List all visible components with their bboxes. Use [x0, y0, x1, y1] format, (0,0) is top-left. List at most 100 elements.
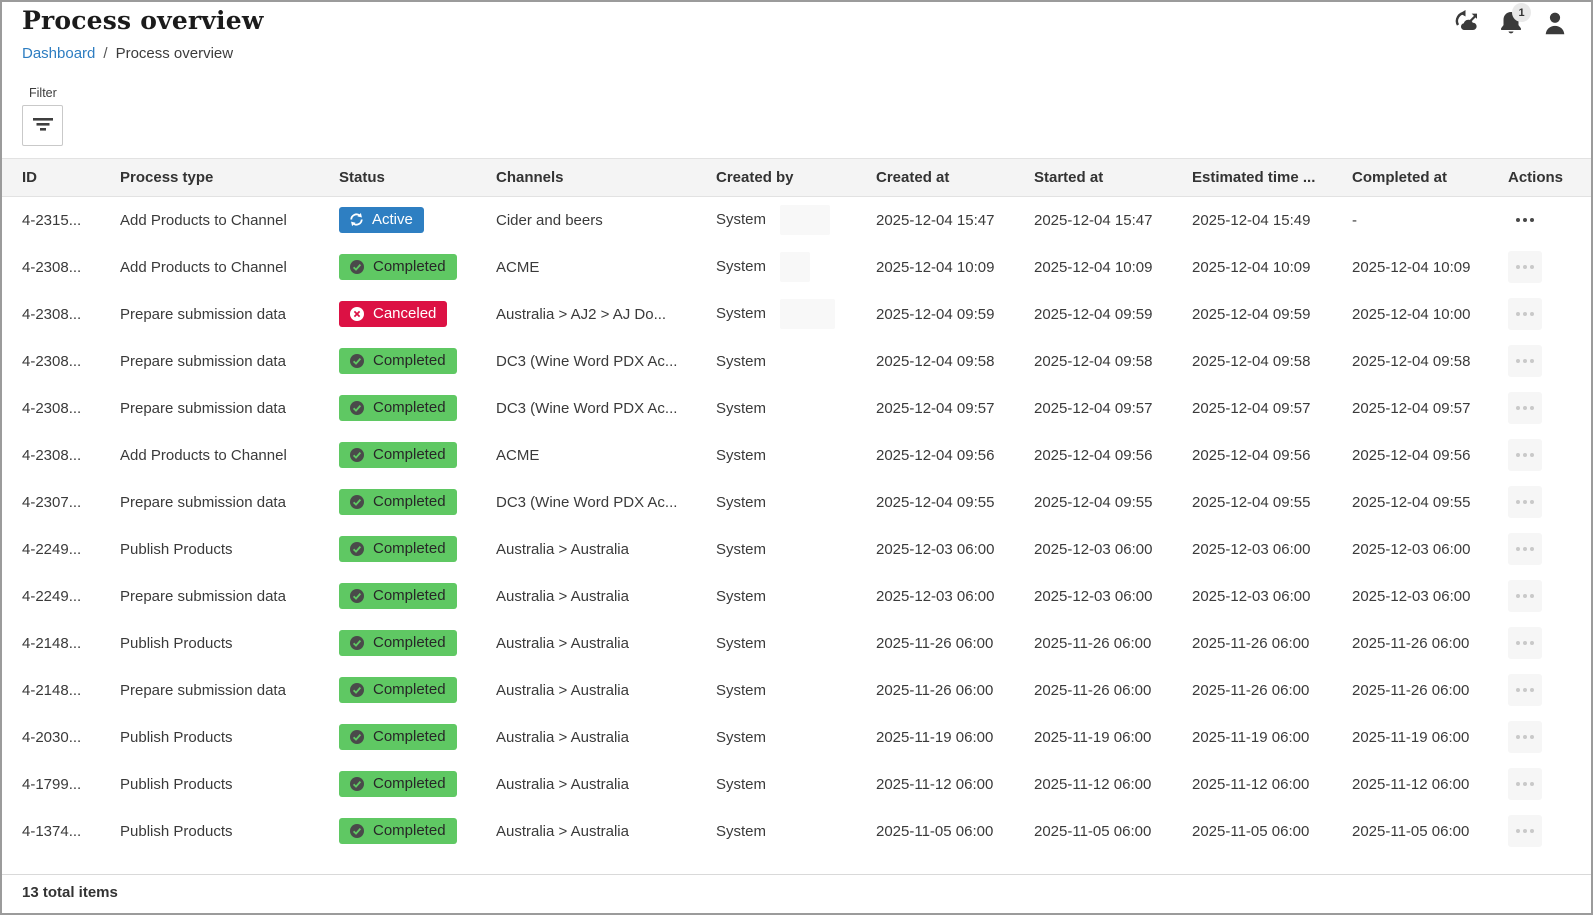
row-actions-button[interactable]	[1508, 392, 1542, 424]
row-actions-button[interactable]	[1508, 533, 1542, 565]
cell-started-at: 2025-12-04 09:55	[1034, 479, 1192, 526]
row-actions-button[interactable]	[1508, 674, 1542, 706]
column-header: ID	[2, 159, 120, 197]
cell-channels: Australia > AJ2 > AJ Do...	[496, 291, 716, 338]
cell-created-at: 2025-11-12 06:00	[876, 761, 1034, 808]
cell-created-at: 2025-12-03 06:00	[876, 526, 1034, 573]
sync-processes-button[interactable]	[1453, 10, 1479, 34]
user-menu-button[interactable]	[1543, 10, 1567, 36]
cell-created-by: System	[716, 808, 876, 855]
table-row[interactable]: 4-1374... Publish Products Completed Aus…	[2, 808, 1591, 855]
cell-id: 4-2308...	[2, 338, 120, 385]
status-label: Active	[372, 211, 413, 228]
row-actions-button[interactable]	[1508, 439, 1542, 471]
cell-estimated-time: 2025-12-04 09:59	[1192, 291, 1352, 338]
table-row[interactable]: 4-2308... Add Products to Channel Comple…	[2, 432, 1591, 479]
cell-id: 4-2308...	[2, 291, 120, 338]
table-row[interactable]: 4-2148... Prepare submission data Comple…	[2, 667, 1591, 714]
cell-channels: ACME	[496, 244, 716, 291]
cell-estimated-time: 2025-12-04 10:09	[1192, 244, 1352, 291]
table-row[interactable]: 4-2249... Publish Products Completed Aus…	[2, 526, 1591, 573]
breadcrumb-link-dashboard[interactable]: Dashboard	[22, 45, 95, 62]
status-label: Completed	[373, 681, 446, 698]
cell-started-at: 2025-11-26 06:00	[1034, 620, 1192, 667]
cell-created-by: System	[716, 338, 876, 385]
cell-created-at: 2025-12-04 10:09	[876, 244, 1034, 291]
table-row[interactable]: 4-2308... Prepare submission data Comple…	[2, 385, 1591, 432]
x-circle-icon	[349, 306, 365, 322]
row-actions-button[interactable]	[1508, 251, 1542, 283]
row-actions-button[interactable]	[1508, 580, 1542, 612]
cell-id: 4-2315...	[2, 197, 120, 244]
check-circle-icon	[349, 588, 365, 604]
cell-estimated-time: 2025-12-03 06:00	[1192, 573, 1352, 620]
cell-id: 4-1374...	[2, 808, 120, 855]
row-actions-button[interactable]	[1508, 768, 1542, 800]
table-row[interactable]: 4-2307... Prepare submission data Comple…	[2, 479, 1591, 526]
cell-process-type: Prepare submission data	[120, 338, 339, 385]
topbar-actions: 1	[1453, 10, 1567, 36]
cell-completed-at: 2025-11-19 06:00	[1352, 714, 1508, 761]
cell-channels: Cider and beers	[496, 197, 716, 244]
cell-completed-at: 2025-12-04 09:55	[1352, 479, 1508, 526]
status-badge: Completed	[339, 536, 457, 562]
cell-created-by: System	[716, 244, 876, 291]
cell-created-by: System	[716, 761, 876, 808]
status-label: Completed	[373, 540, 446, 557]
cell-completed-at: 2025-12-04 10:00	[1352, 291, 1508, 338]
table-row[interactable]: 4-2030... Publish Products Completed Aus…	[2, 714, 1591, 761]
table-row[interactable]: 4-2308... Prepare submission data Comple…	[2, 338, 1591, 385]
table-row[interactable]: 4-2315... Add Products to Channel Active…	[2, 197, 1591, 244]
cell-started-at: 2025-12-04 09:57	[1034, 385, 1192, 432]
row-actions-button[interactable]	[1508, 627, 1542, 659]
cell-started-at: 2025-11-05 06:00	[1034, 808, 1192, 855]
status-label: Completed	[373, 587, 446, 604]
cell-id: 4-2249...	[2, 573, 120, 620]
cell-process-type: Publish Products	[120, 620, 339, 667]
column-header: Estimated time ...	[1192, 159, 1352, 197]
sync-processes-icon	[1453, 10, 1479, 34]
cell-id: 4-2308...	[2, 244, 120, 291]
status-badge: Completed	[339, 771, 457, 797]
row-actions-button[interactable]	[1508, 815, 1542, 847]
check-circle-icon	[349, 447, 365, 463]
cell-created-by: System	[716, 432, 876, 479]
row-actions-button[interactable]	[1508, 721, 1542, 753]
cell-process-type: Prepare submission data	[120, 479, 339, 526]
cell-process-type: Add Products to Channel	[120, 244, 339, 291]
status-label: Completed	[373, 446, 446, 463]
row-actions-button[interactable]	[1508, 298, 1542, 330]
cell-completed-at: -	[1352, 197, 1508, 244]
row-actions-button[interactable]	[1508, 486, 1542, 518]
filter-section: Filter	[2, 62, 1591, 146]
cell-started-at: 2025-12-03 06:00	[1034, 573, 1192, 620]
page-title: Process overview	[22, 6, 1571, 35]
check-circle-icon	[349, 682, 365, 698]
cell-completed-at: 2025-11-26 06:00	[1352, 620, 1508, 667]
table-row[interactable]: 4-2308... Add Products to Channel Comple…	[2, 244, 1591, 291]
table-row[interactable]: 4-2308... Prepare submission data Cancel…	[2, 291, 1591, 338]
status-label: Completed	[373, 822, 446, 839]
table-row[interactable]: 4-2249... Prepare submission data Comple…	[2, 573, 1591, 620]
row-actions-button[interactable]	[1508, 345, 1542, 377]
status-badge: Completed	[339, 724, 457, 750]
cell-estimated-time: 2025-12-03 06:00	[1192, 526, 1352, 573]
cell-created-at: 2025-12-04 09:59	[876, 291, 1034, 338]
row-actions-button[interactable]	[1508, 204, 1542, 236]
table-row[interactable]: 4-1799... Publish Products Completed Aus…	[2, 761, 1591, 808]
filter-button[interactable]	[22, 105, 63, 146]
cell-created-by: System	[716, 526, 876, 573]
cell-estimated-time: 2025-11-12 06:00	[1192, 761, 1352, 808]
table-row[interactable]: 4-2148... Publish Products Completed Aus…	[2, 620, 1591, 667]
cell-process-type: Add Products to Channel	[120, 197, 339, 244]
cell-estimated-time: 2025-12-04 15:49	[1192, 197, 1352, 244]
status-label: Completed	[373, 728, 446, 745]
status-label: Completed	[373, 399, 446, 416]
cell-channels: Australia > Australia	[496, 761, 716, 808]
cell-process-type: Publish Products	[120, 526, 339, 573]
cell-created-at: 2025-12-04 15:47	[876, 197, 1034, 244]
breadcrumb-current: Process overview	[116, 45, 234, 62]
notifications-button[interactable]: 1	[1499, 10, 1523, 36]
cell-channels: Australia > Australia	[496, 714, 716, 761]
column-header: Completed at	[1352, 159, 1508, 197]
